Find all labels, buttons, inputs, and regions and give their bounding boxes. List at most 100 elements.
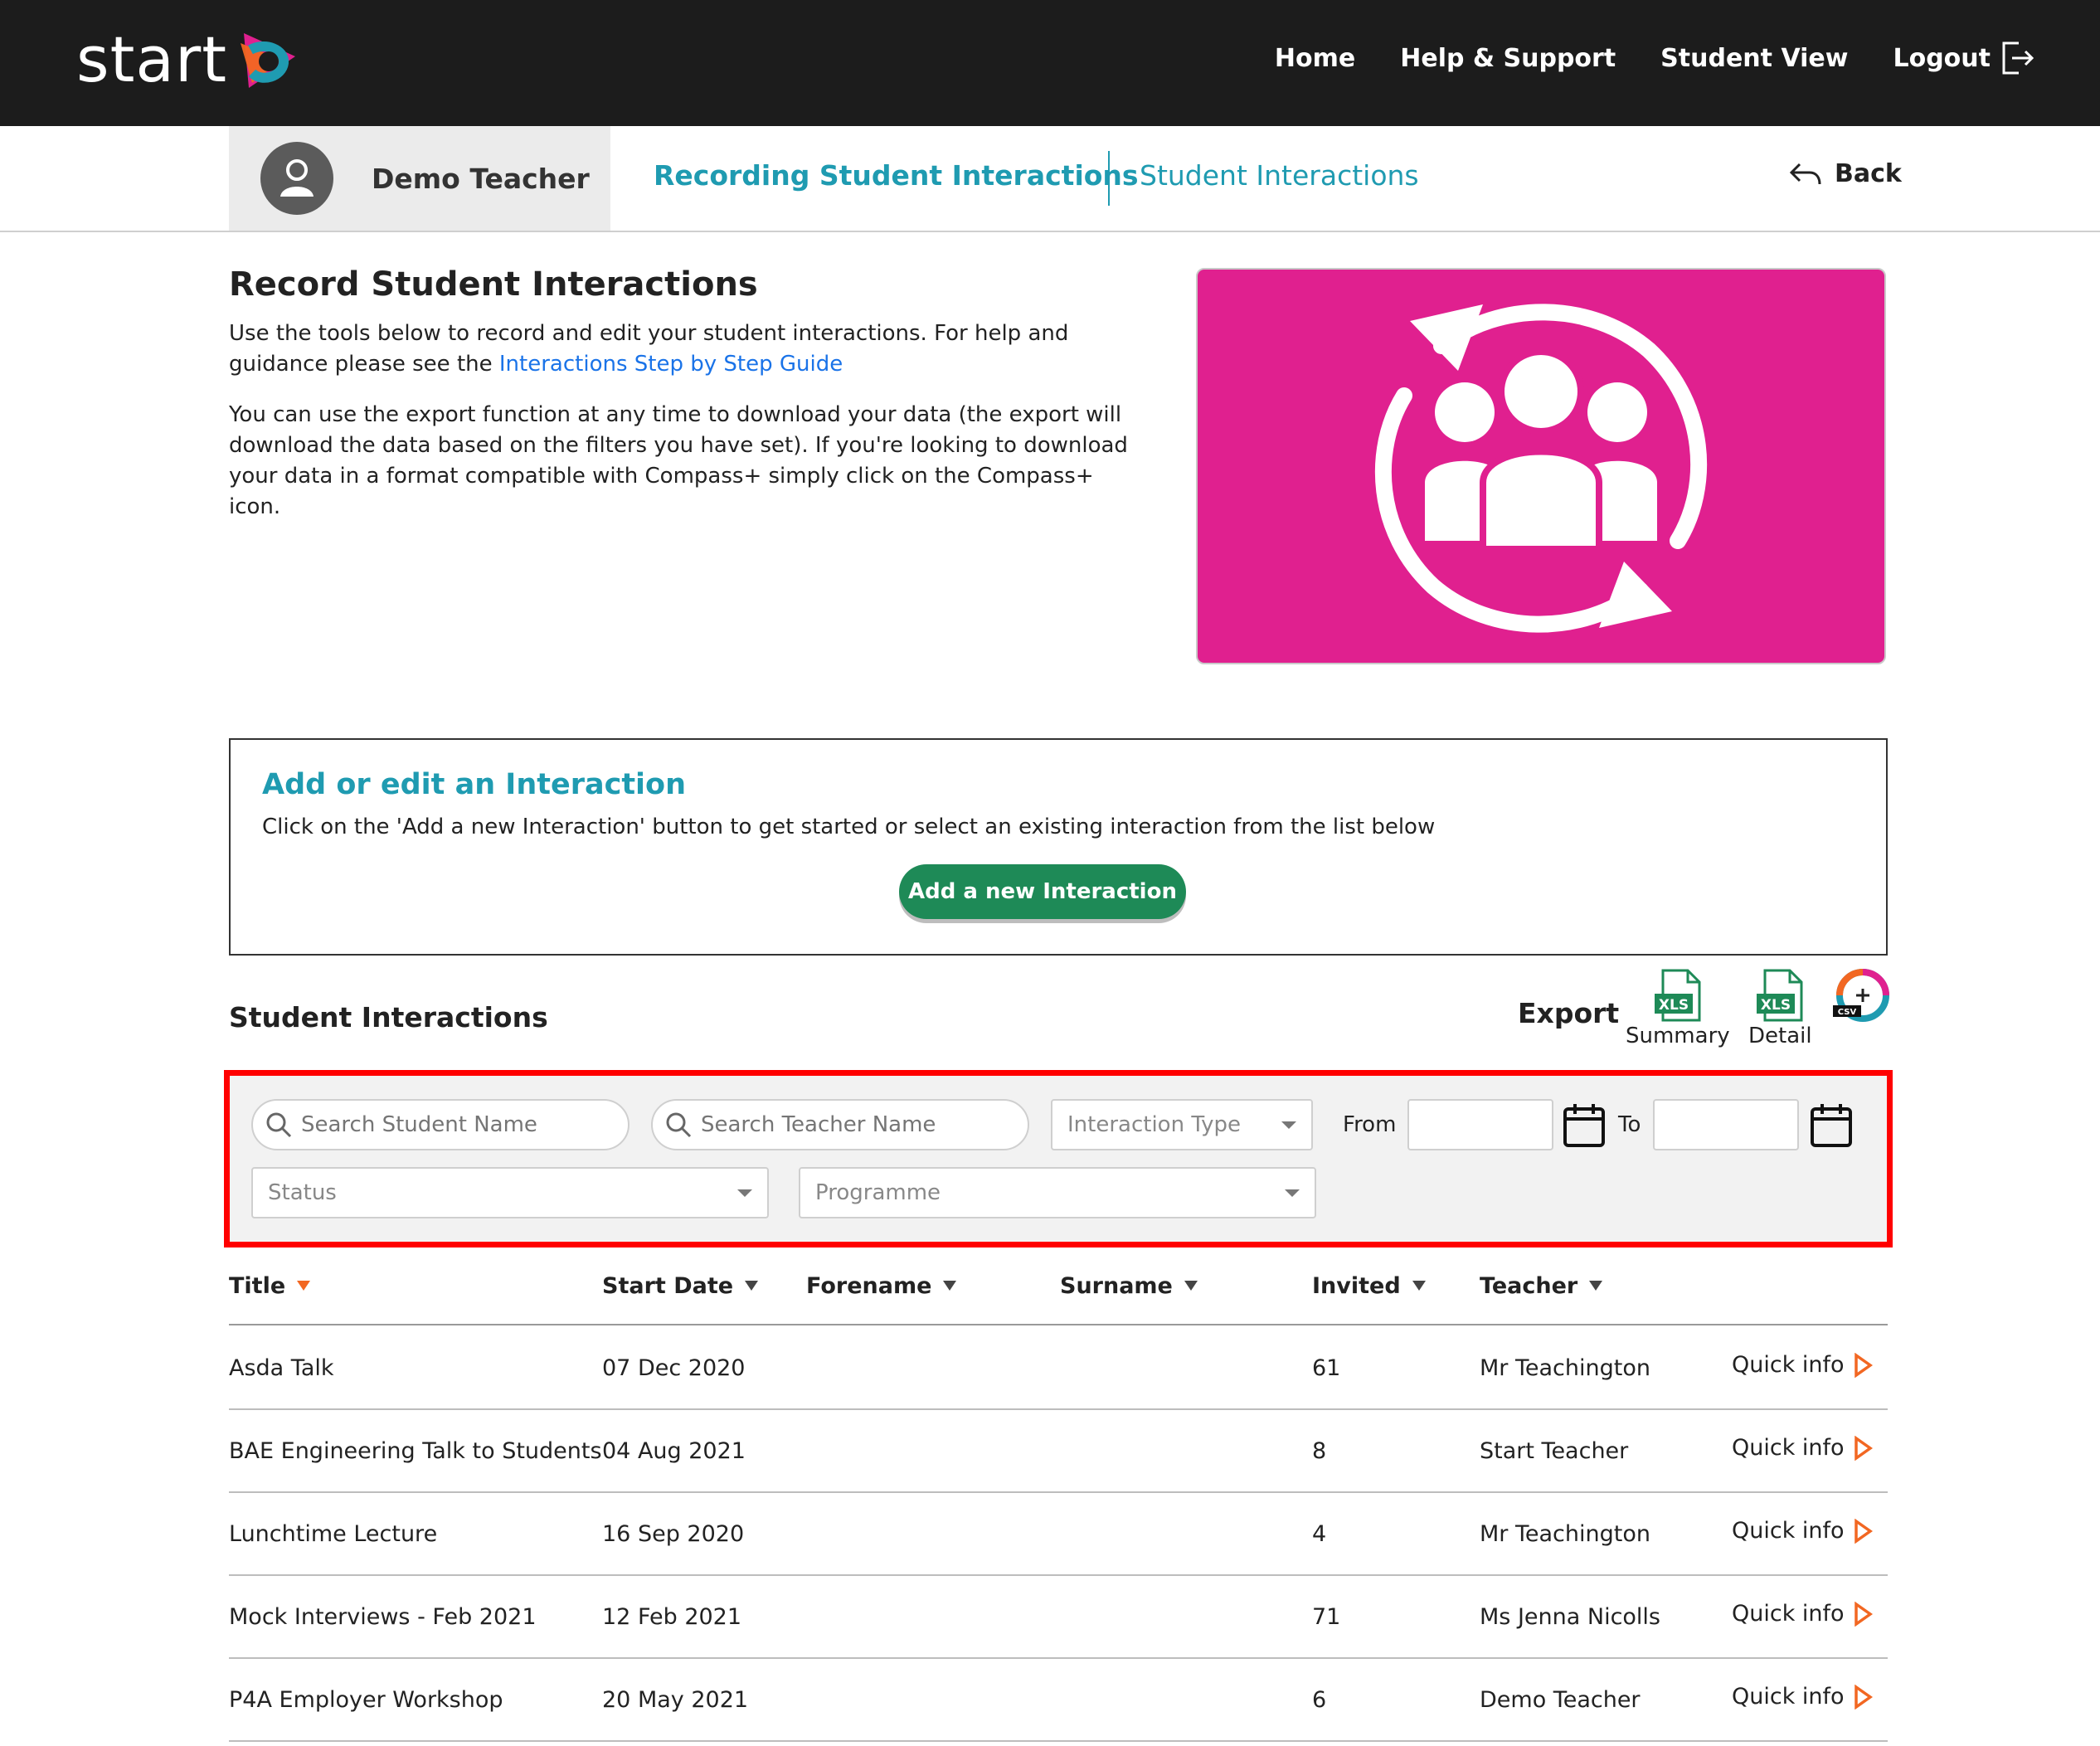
- nav-student-view-link[interactable]: Student View: [1660, 44, 1848, 73]
- tab-student-interactions[interactable]: Student Interactions: [1140, 159, 1419, 192]
- avatar: [260, 142, 333, 215]
- interactions-hero-image: [1196, 268, 1886, 664]
- export-detail-button[interactable]: XLS Detail: [1748, 969, 1812, 1048]
- column-invited[interactable]: Invited: [1312, 1269, 1426, 1302]
- to-date-input[interactable]: [1653, 1099, 1799, 1150]
- interaction-type-select[interactable]: Interaction Type: [1051, 1099, 1313, 1150]
- quick-info-link[interactable]: Quick info: [1732, 1435, 1873, 1461]
- cell-title: BAE Engineering Talk to Students: [229, 1438, 602, 1464]
- column-forename[interactable]: Forename: [806, 1269, 957, 1302]
- column-teacher-label: Teacher: [1480, 1272, 1578, 1299]
- table-row[interactable]: BAE Engineering Talk to Students 04 Aug …: [229, 1410, 1888, 1493]
- cell-start-date: 12 Feb 2021: [602, 1604, 742, 1630]
- interaction-type-value: Interaction Type: [1067, 1112, 1242, 1137]
- status-select[interactable]: Status: [251, 1167, 769, 1218]
- logo-text: start: [76, 22, 228, 96]
- search-student-input[interactable]: [301, 1112, 601, 1137]
- column-title-label: Title: [229, 1272, 286, 1299]
- table-row[interactable]: Lunchtime Lecture 16 Sep 2020 4 Mr Teach…: [229, 1493, 1888, 1576]
- intro-paragraph-2: You can use the export function at any t…: [229, 402, 1128, 519]
- nav-logout-label: Logout: [1893, 43, 1991, 73]
- export-label: Export: [1518, 997, 1620, 1029]
- play-arrow-icon: [1854, 1518, 1873, 1544]
- table-row[interactable]: P4A Employer Workshop 20 May 2021 6 Demo…: [229, 1659, 1888, 1742]
- student-interactions-cycle-icon: [1374, 304, 1708, 633]
- compass-plus-csv-icon: CSV: [1833, 969, 1889, 1022]
- start-logo-mark-icon: [241, 33, 296, 88]
- page-title: Record Student Interactions: [229, 265, 758, 304]
- column-forename-label: Forename: [806, 1272, 932, 1299]
- nav-student-view-label: Student View: [1660, 43, 1849, 73]
- cell-title: P4A Employer Workshop: [229, 1687, 503, 1713]
- student-interactions-title: Student Interactions: [229, 1001, 548, 1033]
- logout-icon: [2002, 41, 2034, 75]
- cell-teacher: Demo Teacher: [1480, 1687, 1641, 1713]
- quick-info-label: Quick info: [1732, 1518, 1845, 1544]
- play-arrow-icon: [1854, 1435, 1873, 1461]
- cell-invited: 4: [1312, 1521, 1327, 1547]
- status-value: Status: [268, 1180, 337, 1205]
- cell-teacher: Ms Jenna Nicolls: [1480, 1604, 1661, 1630]
- cell-invited: 61: [1312, 1355, 1341, 1381]
- nav-logout-link[interactable]: Logout: [1893, 40, 2035, 76]
- cell-invited: 8: [1312, 1438, 1327, 1464]
- from-date-input[interactable]: [1407, 1099, 1553, 1150]
- add-edit-title: Add or edit an Interaction: [262, 768, 687, 801]
- play-arrow-icon: [1854, 1352, 1873, 1378]
- sort-icon: [1589, 1281, 1603, 1291]
- search-teacher-input[interactable]: [701, 1112, 1001, 1137]
- tab-divider: [1108, 151, 1110, 206]
- column-surname[interactable]: Surname: [1060, 1269, 1198, 1302]
- column-title[interactable]: Title: [229, 1269, 311, 1302]
- sort-icon: [745, 1281, 759, 1291]
- play-arrow-icon: [1854, 1684, 1873, 1710]
- sort-icon: [1184, 1281, 1198, 1291]
- tab-recording-student-interactions[interactable]: Recording Student Interactions: [654, 159, 1139, 192]
- search-student-field[interactable]: [251, 1099, 630, 1150]
- column-invited-label: Invited: [1312, 1272, 1401, 1299]
- start-logo[interactable]: start: [76, 25, 302, 95]
- calendar-icon[interactable]: [1809, 1101, 1854, 1149]
- back-button[interactable]: Back: [1788, 159, 1902, 188]
- sub-header: Demo Teacher Recording Student Interacti…: [0, 126, 2100, 232]
- search-icon: [666, 1112, 692, 1138]
- nav-help-support-link[interactable]: Help & Support: [1400, 44, 1616, 73]
- search-icon: [266, 1112, 292, 1138]
- from-label: From: [1343, 1112, 1397, 1137]
- step-by-step-guide-link[interactable]: Interactions Step by Step Guide: [499, 352, 843, 377]
- top-navigation-bar: start Home Help & Support Student View L…: [0, 0, 2100, 126]
- back-arrow-icon: [1789, 163, 1821, 184]
- export-summary-button[interactable]: XLS Summary: [1626, 969, 1730, 1048]
- cell-title: Lunchtime Lecture: [229, 1521, 438, 1547]
- calendar-icon[interactable]: [1562, 1101, 1607, 1149]
- to-label: To: [1618, 1112, 1641, 1137]
- quick-info-link[interactable]: Quick info: [1732, 1352, 1873, 1378]
- nav-home-link[interactable]: Home: [1275, 44, 1355, 73]
- quick-info-link[interactable]: Quick info: [1732, 1518, 1873, 1544]
- teacher-name: Demo Teacher: [372, 162, 590, 195]
- search-teacher-field[interactable]: [651, 1099, 1029, 1150]
- cell-invited: 71: [1312, 1604, 1341, 1630]
- cell-start-date: 20 May 2021: [602, 1687, 749, 1713]
- add-edit-description: Click on the 'Add a new Interaction' but…: [262, 815, 1436, 839]
- column-teacher[interactable]: Teacher: [1480, 1269, 1603, 1302]
- filter-panel: Interaction Type From To Status Programm…: [224, 1070, 1893, 1247]
- export-compass-plus-button[interactable]: CSV: [1831, 969, 1889, 1024]
- xls-file-icon: XLS: [1757, 969, 1803, 1022]
- quick-info-label: Quick info: [1732, 1684, 1845, 1710]
- column-start-date-label: Start Date: [602, 1272, 734, 1299]
- programme-select[interactable]: Programme: [799, 1167, 1316, 1218]
- column-start-date[interactable]: Start Date: [602, 1269, 759, 1302]
- quick-info-label: Quick info: [1732, 1435, 1845, 1461]
- quick-info-link[interactable]: Quick info: [1732, 1684, 1873, 1710]
- cell-teacher: Start Teacher: [1480, 1438, 1629, 1464]
- table-row[interactable]: Mock Interviews - Feb 2021 12 Feb 2021 7…: [229, 1576, 1888, 1659]
- table-row[interactable]: Asda Talk 07 Dec 2020 61 Mr Teachington …: [229, 1327, 1888, 1410]
- cell-teacher: Mr Teachington: [1480, 1521, 1650, 1547]
- quick-info-label: Quick info: [1732, 1601, 1845, 1627]
- add-new-interaction-button[interactable]: Add a new Interaction: [899, 864, 1186, 919]
- nav-home-label: Home: [1274, 43, 1356, 73]
- export-detail-label: Detail: [1748, 1024, 1812, 1048]
- quick-info-link[interactable]: Quick info: [1732, 1601, 1873, 1627]
- add-edit-interaction-panel: Add or edit an Interaction Click on the …: [229, 738, 1888, 956]
